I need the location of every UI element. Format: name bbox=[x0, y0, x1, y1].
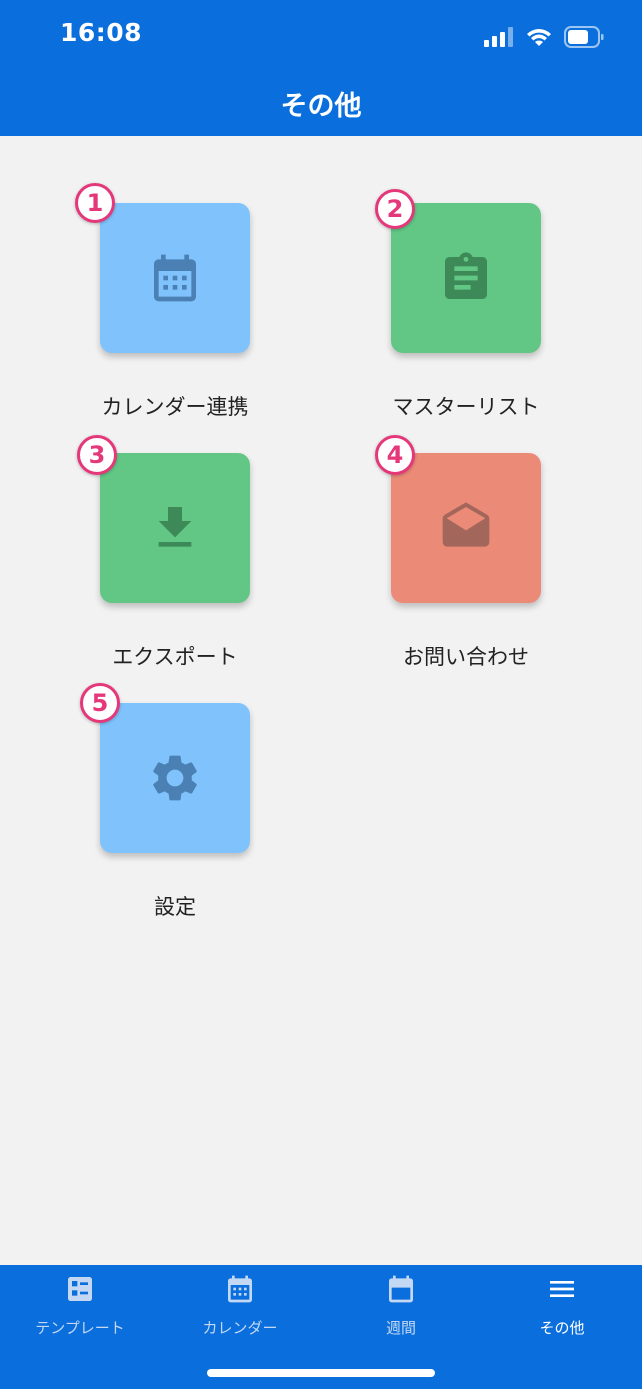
menu-icon bbox=[550, 1281, 574, 1297]
settings-tile[interactable] bbox=[100, 703, 250, 853]
menu-item-calendar-sync[interactable]: 1 カレンダー連携 bbox=[50, 183, 300, 423]
app-header: 16:08 その他 bbox=[0, 0, 642, 136]
step-badge-5: 5 bbox=[80, 683, 120, 723]
contact-label: お問い合わせ bbox=[403, 645, 529, 669]
export-label: エクスポート bbox=[112, 645, 238, 669]
mail-open-icon bbox=[442, 502, 490, 547]
signal-icon bbox=[484, 27, 513, 47]
export-tile[interactable] bbox=[100, 453, 250, 603]
tab-week[interactable]: 週間 bbox=[321, 1265, 481, 1355]
tab-calendar-label: カレンダー bbox=[202, 1319, 278, 1337]
clipboard-icon bbox=[445, 252, 487, 299]
menu-item-master-list[interactable]: 2 マスターリスト bbox=[341, 189, 591, 423]
status-time: 16:08 bbox=[60, 18, 143, 47]
week-icon bbox=[389, 1275, 413, 1303]
master-list-tile[interactable] bbox=[391, 203, 541, 353]
step-badge-3: 3 bbox=[77, 435, 117, 475]
tab-calendar[interactable]: カレンダー bbox=[160, 1265, 320, 1355]
step-badge-2: 2 bbox=[375, 189, 415, 229]
gear-icon bbox=[153, 755, 197, 801]
battery-icon bbox=[564, 26, 604, 48]
tab-other-label: その他 bbox=[539, 1319, 585, 1337]
menu-item-export[interactable]: 3 エクスポート bbox=[50, 435, 300, 673]
calendar-icon bbox=[154, 254, 196, 302]
calendar-sync-tile[interactable] bbox=[100, 203, 250, 353]
status-icons bbox=[484, 24, 604, 50]
tab-template[interactable]: テンプレート bbox=[0, 1265, 160, 1355]
menu-item-settings[interactable]: 5 設定 bbox=[50, 683, 300, 923]
tab-week-label: 週間 bbox=[385, 1319, 416, 1337]
calendar-icon bbox=[228, 1275, 252, 1303]
template-icon bbox=[68, 1277, 92, 1301]
settings-label: 設定 bbox=[154, 895, 196, 919]
tab-template-label: テンプレート bbox=[35, 1319, 125, 1337]
home-indicator bbox=[207, 1369, 435, 1377]
download-icon bbox=[158, 507, 192, 547]
step-badge-4: 4 bbox=[375, 435, 415, 475]
menu-item-contact[interactable]: 4 お問い合わせ bbox=[341, 435, 591, 673]
tab-other[interactable]: その他 bbox=[482, 1265, 642, 1355]
master-list-label: マスターリスト bbox=[392, 395, 540, 419]
step-badge-1: 1 bbox=[75, 183, 115, 223]
wifi-icon bbox=[527, 29, 551, 46]
page-title: その他 bbox=[280, 91, 362, 122]
contact-tile[interactable] bbox=[391, 453, 541, 603]
calendar-sync-label: カレンダー連携 bbox=[101, 395, 249, 419]
